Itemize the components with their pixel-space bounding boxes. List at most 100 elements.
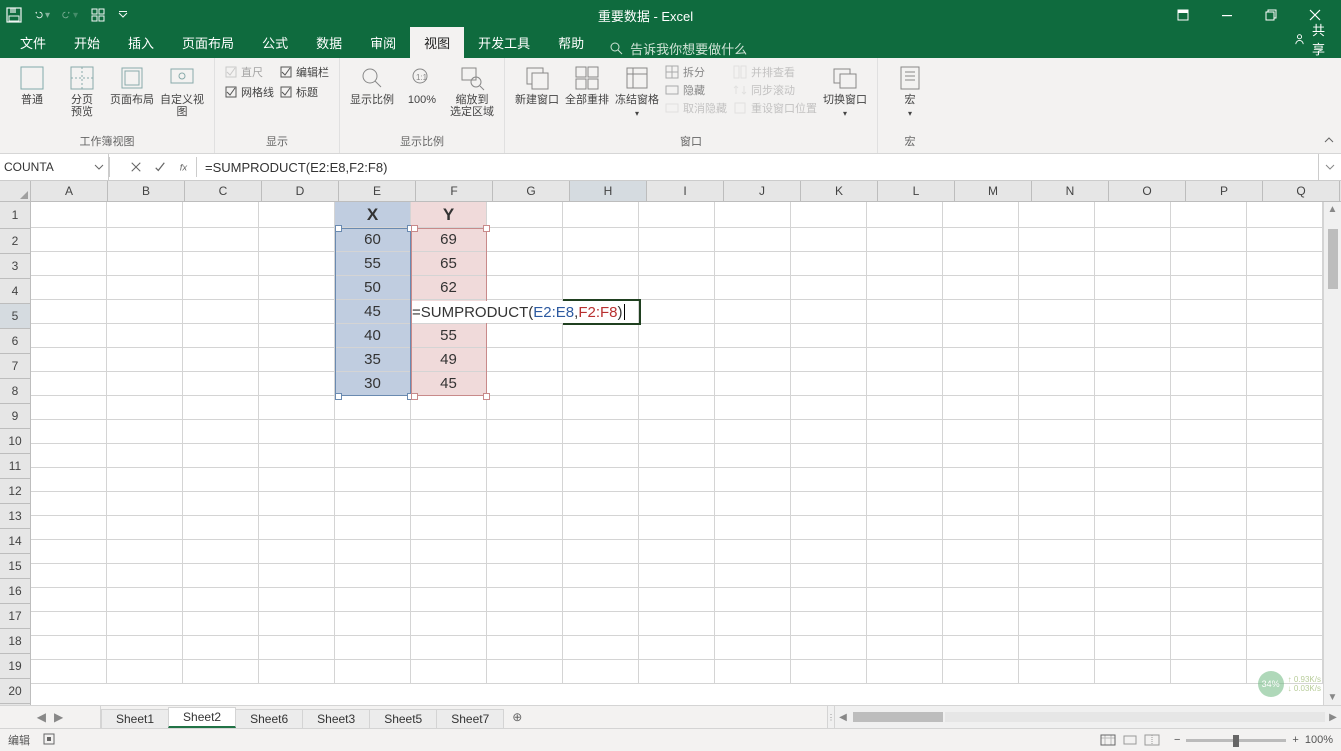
row-header[interactable]: 11 bbox=[0, 454, 30, 479]
cell[interactable]: 55 bbox=[335, 252, 411, 276]
switch-windows-button[interactable]: 切换窗口▾ bbox=[823, 64, 867, 120]
cell[interactable] bbox=[487, 636, 563, 660]
cell[interactable] bbox=[715, 468, 791, 492]
cell[interactable] bbox=[791, 516, 867, 540]
cell[interactable] bbox=[1171, 444, 1247, 468]
cell[interactable] bbox=[791, 276, 867, 300]
cell[interactable] bbox=[487, 252, 563, 276]
cell[interactable] bbox=[411, 660, 487, 684]
cell[interactable] bbox=[31, 492, 107, 516]
cell[interactable] bbox=[487, 396, 563, 420]
row-header[interactable]: 6 bbox=[0, 329, 30, 354]
cell[interactable] bbox=[411, 492, 487, 516]
cell[interactable] bbox=[639, 228, 715, 252]
cell[interactable]: X bbox=[335, 202, 411, 228]
row-header[interactable]: 18 bbox=[0, 629, 30, 654]
cell[interactable] bbox=[1247, 492, 1323, 516]
cell[interactable]: 62 bbox=[411, 276, 487, 300]
save-icon[interactable] bbox=[6, 7, 22, 23]
redo-icon[interactable]: ▾ bbox=[62, 7, 78, 23]
cell[interactable]: 45 bbox=[411, 372, 487, 396]
cell[interactable] bbox=[791, 468, 867, 492]
cell[interactable] bbox=[107, 348, 183, 372]
cell[interactable] bbox=[107, 516, 183, 540]
cell[interactable] bbox=[563, 468, 639, 492]
cell[interactable] bbox=[31, 636, 107, 660]
row-header[interactable]: 20 bbox=[0, 679, 30, 704]
new-window-button[interactable]: 新建窗口 bbox=[515, 64, 559, 106]
sheet-next-icon[interactable]: ▶ bbox=[54, 710, 63, 724]
hide-button[interactable]: 隐藏 bbox=[665, 82, 727, 98]
sheet-tab[interactable]: Sheet1 bbox=[101, 709, 169, 728]
cell[interactable] bbox=[31, 396, 107, 420]
cell[interactable] bbox=[1247, 468, 1323, 492]
cancel-formula-button[interactable] bbox=[124, 154, 148, 180]
cell[interactable] bbox=[1019, 348, 1095, 372]
cell[interactable] bbox=[943, 300, 1019, 324]
cell[interactable] bbox=[1171, 492, 1247, 516]
cell[interactable] bbox=[715, 420, 791, 444]
cell[interactable] bbox=[1095, 300, 1171, 324]
cell[interactable] bbox=[259, 444, 335, 468]
scroll-thumb[interactable] bbox=[853, 712, 943, 722]
cell[interactable] bbox=[715, 516, 791, 540]
cell[interactable] bbox=[107, 540, 183, 564]
cell[interactable] bbox=[183, 396, 259, 420]
cell[interactable]: 35 bbox=[335, 348, 411, 372]
spreadsheet-grid[interactable]: A B C D E F G H I J K L M N O P Q 1 2 3 … bbox=[0, 181, 1341, 705]
cell[interactable]: 65 bbox=[411, 252, 487, 276]
cell[interactable] bbox=[335, 468, 411, 492]
cell[interactable] bbox=[563, 660, 639, 684]
row-header[interactable]: 13 bbox=[0, 504, 30, 529]
cell[interactable] bbox=[183, 660, 259, 684]
cell[interactable] bbox=[943, 276, 1019, 300]
enter-formula-button[interactable] bbox=[148, 154, 172, 180]
cell[interactable] bbox=[791, 444, 867, 468]
cell[interactable] bbox=[259, 516, 335, 540]
zoom-button[interactable]: 显示比例 bbox=[350, 64, 394, 106]
zoom-100-button[interactable]: 1:1100% bbox=[400, 64, 444, 106]
cell[interactable] bbox=[563, 202, 639, 228]
cell[interactable] bbox=[715, 252, 791, 276]
cell[interactable] bbox=[639, 324, 715, 348]
zoom-level[interactable]: 100% bbox=[1305, 734, 1333, 746]
cell[interactable] bbox=[1019, 372, 1095, 396]
cell[interactable] bbox=[31, 420, 107, 444]
cell[interactable] bbox=[867, 588, 943, 612]
cell[interactable] bbox=[867, 612, 943, 636]
cell[interactable] bbox=[259, 348, 335, 372]
cell[interactable] bbox=[791, 348, 867, 372]
cell[interactable] bbox=[259, 228, 335, 252]
cell[interactable] bbox=[259, 636, 335, 660]
cell[interactable] bbox=[639, 660, 715, 684]
cell[interactable] bbox=[943, 492, 1019, 516]
cell[interactable] bbox=[867, 660, 943, 684]
cell[interactable] bbox=[867, 492, 943, 516]
cell[interactable] bbox=[259, 420, 335, 444]
cell[interactable] bbox=[107, 564, 183, 588]
cell[interactable] bbox=[1171, 588, 1247, 612]
cell[interactable] bbox=[31, 202, 107, 228]
cell[interactable] bbox=[259, 492, 335, 516]
cell[interactable] bbox=[411, 420, 487, 444]
cell[interactable] bbox=[487, 492, 563, 516]
cell[interactable] bbox=[259, 300, 335, 324]
collapse-ribbon-icon[interactable] bbox=[1323, 134, 1335, 149]
cell[interactable] bbox=[1095, 396, 1171, 420]
scroll-right-icon[interactable]: ▶ bbox=[1325, 712, 1341, 723]
cell[interactable] bbox=[563, 324, 639, 348]
cell[interactable] bbox=[1171, 564, 1247, 588]
row-header[interactable]: 8 bbox=[0, 379, 30, 404]
cell[interactable] bbox=[639, 372, 715, 396]
cell[interactable] bbox=[183, 636, 259, 660]
cell[interactable] bbox=[943, 228, 1019, 252]
cell[interactable] bbox=[867, 396, 943, 420]
cell[interactable] bbox=[867, 564, 943, 588]
cell[interactable] bbox=[639, 468, 715, 492]
cell[interactable] bbox=[639, 636, 715, 660]
cell[interactable] bbox=[563, 252, 639, 276]
cell[interactable] bbox=[639, 300, 715, 324]
cell[interactable] bbox=[411, 612, 487, 636]
cell[interactable] bbox=[715, 540, 791, 564]
cell[interactable] bbox=[487, 324, 563, 348]
